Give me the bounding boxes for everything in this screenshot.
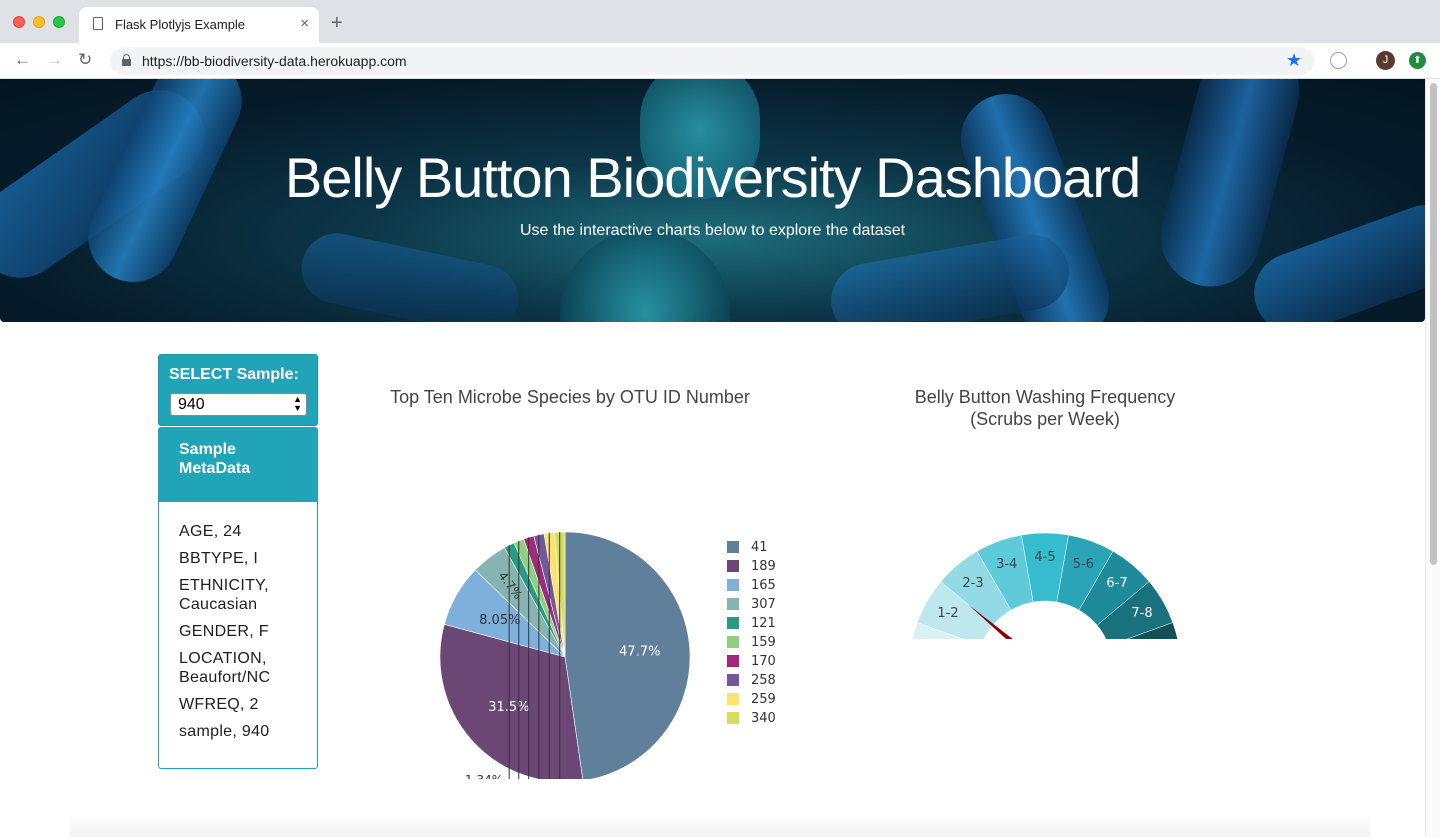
metadata-item: ETHNICITY, Caucasian: [179, 577, 269, 613]
browser-toolbar: ← → ↻ https://bb-biodiversity-data.herok…: [0, 43, 1440, 79]
reload-icon[interactable]: ↻: [78, 50, 92, 70]
gauge-title-line2: (Scrubs per Week): [970, 409, 1120, 429]
page-viewport: Belly Button Biodiversity Dashboard Use …: [0, 79, 1440, 837]
gauge-sector-label: 6-7: [1106, 576, 1127, 591]
forward-arrow-icon[interactable]: →: [46, 50, 63, 70]
sample-select[interactable]: 940 ▲ ▼: [170, 393, 307, 416]
bacteria-decoration: [560, 229, 730, 322]
gauge-sector-label: 7-8: [1131, 606, 1152, 621]
metadata-item: AGE, 24: [179, 523, 242, 540]
extension-icon[interactable]: [1330, 52, 1347, 69]
gauge-chart-title: Belly Button Washing Frequency (Scrubs p…: [880, 386, 1210, 430]
update-icon[interactable]: ⬆: [1409, 52, 1426, 69]
legend-label[interactable]: 159: [751, 635, 776, 650]
legend-swatch[interactable]: [727, 636, 739, 648]
legend-label[interactable]: 121: [751, 616, 776, 631]
page-title: Belly Button Biodiversity Dashboard: [284, 146, 1141, 209]
legend-label[interactable]: 41: [751, 540, 768, 555]
legend-swatch[interactable]: [727, 579, 739, 591]
hero-banner: Belly Button Biodiversity Dashboard Use …: [0, 79, 1425, 322]
sample-select-panel: SELECT Sample: 940 ▲ ▼: [158, 354, 318, 426]
gauge-sector-label: 3-4: [996, 557, 1017, 572]
minimize-window-button[interactable]: [33, 16, 45, 28]
scrollbar-thumb[interactable]: [1430, 83, 1437, 565]
page-scrollbar[interactable]: [1425, 79, 1440, 837]
metadata-item: GENDER, F: [179, 623, 269, 640]
legend-label[interactable]: 307: [751, 597, 776, 612]
legend-swatch[interactable]: [727, 598, 739, 610]
metadata-item: BBTYPE, I: [179, 550, 259, 567]
back-arrow-icon[interactable]: ←: [14, 50, 31, 70]
metadata-item: LOCATION, Beaufort/NC: [179, 650, 271, 686]
legend-label[interactable]: 259: [751, 692, 776, 707]
close-window-button[interactable]: [13, 16, 25, 28]
legend-swatch[interactable]: [727, 712, 739, 724]
metadata-list: AGE, 24 BBTYPE, I ETHNICITY, Caucasian G…: [179, 522, 314, 749]
gauge-chart[interactable]: 0-11-22-33-44-55-66-77-88-9: [880, 439, 1210, 639]
new-tab-button[interactable]: +: [331, 12, 343, 35]
bacteria-decoration: [825, 228, 1075, 322]
gauge-sector-label: 5-6: [1073, 557, 1094, 572]
pie-slice-label: 1.34%: [465, 773, 503, 779]
metadata-title: Sample MetaData: [179, 441, 251, 477]
bookmark-star-icon[interactable]: ★: [1286, 50, 1302, 70]
bacteria-decoration: [295, 226, 525, 322]
browser-tab-bar: Flask Plotlyjs Example × +: [0, 0, 1440, 43]
address-bar[interactable]: https://bb-biodiversity-data.herokuapp.c…: [110, 47, 1314, 75]
profile-avatar[interactable]: J: [1376, 51, 1395, 70]
page-subtitle: Use the interactive charts below to expl…: [519, 222, 906, 239]
metadata-panel: Sample MetaData AGE, 24 BBTYPE, I ETHNIC…: [158, 427, 318, 769]
legend-swatch[interactable]: [727, 674, 739, 686]
lock-icon: [122, 54, 131, 66]
browser-tab[interactable]: Flask Plotlyjs Example ×: [79, 7, 319, 43]
legend-label[interactable]: 189: [751, 559, 776, 574]
page-footer-shadow: [70, 814, 1370, 837]
legend-swatch[interactable]: [727, 655, 739, 667]
legend-swatch[interactable]: [727, 560, 739, 572]
metadata-header: Sample MetaData: [159, 428, 317, 502]
tab-close-icon[interactable]: ×: [300, 15, 309, 32]
pie-chart[interactable]: 47.7%31.5%8.05%4.7%1.34%1.34%1.34%1.34%1…: [360, 419, 820, 779]
select-arrows-icon: ▲ ▼: [293, 394, 302, 413]
pie-chart-title: Top Ten Microbe Species by OTU ID Number: [390, 387, 750, 407]
document-icon: [93, 17, 103, 30]
gauge-sector-label: 1-2: [937, 606, 958, 621]
legend-label[interactable]: 258: [751, 673, 776, 688]
pie-slice-label: 47.7%: [619, 645, 660, 660]
legend-label[interactable]: 340: [751, 711, 776, 726]
tab-title: Flask Plotlyjs Example: [115, 17, 246, 32]
bacteria-decoration: [1242, 193, 1425, 322]
legend-label[interactable]: 170: [751, 654, 776, 669]
gauge-title-line1: Belly Button Washing Frequency: [914, 387, 1176, 407]
select-label: SELECT Sample:: [169, 366, 299, 383]
legend-swatch[interactable]: [727, 693, 739, 705]
selected-sample-value: 940: [178, 396, 205, 413]
gauge-sector-label: 2-3: [962, 576, 983, 591]
maximize-window-button[interactable]: [53, 16, 65, 28]
metadata-item: sample, 940: [179, 723, 270, 740]
legend-label[interactable]: 165: [751, 578, 776, 593]
legend-swatch[interactable]: [727, 541, 739, 553]
url-text: https://bb-biodiversity-data.herokuapp.c…: [142, 53, 407, 69]
gauge-sector-label: 4-5: [1034, 550, 1055, 565]
metadata-item: WFREQ, 2: [179, 696, 259, 713]
pie-slice-label: 8.05%: [479, 613, 520, 628]
legend-swatch[interactable]: [727, 617, 739, 629]
